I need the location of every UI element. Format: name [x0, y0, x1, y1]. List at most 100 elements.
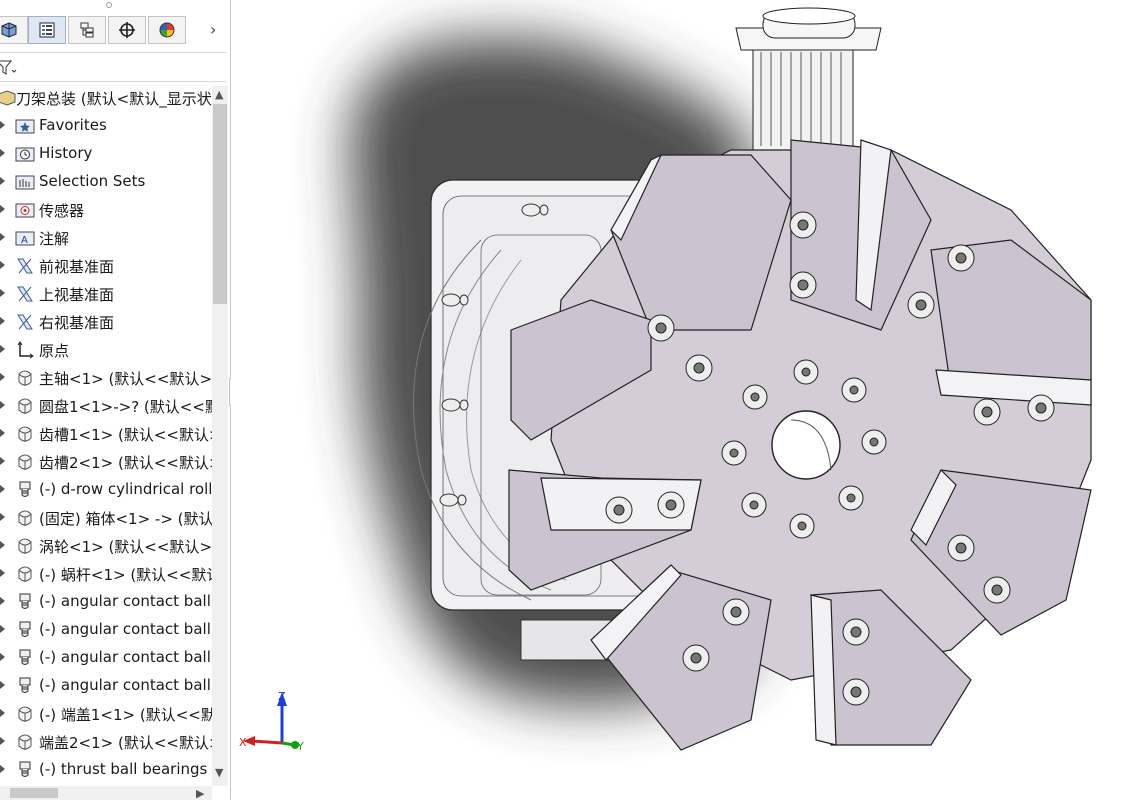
- tree-item-label: History: [39, 144, 93, 162]
- expand-arrow-icon[interactable]: [0, 399, 6, 411]
- annotations-folder-icon: A: [15, 231, 35, 246]
- tree-item-part[interactable]: (-) 端盖1<1> (默认<<默认: [0, 700, 212, 728]
- tree-item-history-folder[interactable]: History: [0, 140, 212, 168]
- expand-arrow-icon[interactable]: [0, 119, 6, 131]
- tree-root-label: 刀架总装 (默认<默认_显示状: [16, 90, 212, 108]
- tree-item-plane[interactable]: 前视基准面: [0, 252, 212, 280]
- tree-item-toolbox-part[interactable]: (-) d-row cylindrical roll: [0, 476, 212, 504]
- tree-item-label: 齿槽2<1> (默认<<默认>: [39, 454, 212, 472]
- filter-bar: [0, 52, 226, 82]
- expand-arrow-icon[interactable]: [0, 539, 6, 551]
- tree-item-plane[interactable]: 上视基准面: [0, 280, 212, 308]
- tree-item-toolbox-part[interactable]: (-) angular contact ball l: [0, 588, 212, 616]
- scroll-up-icon[interactable]: ▲: [215, 88, 223, 101]
- expand-arrow-icon[interactable]: [0, 455, 6, 467]
- tree-item-label: (-) 蜗杆<1> (默认<<默认: [39, 566, 212, 584]
- tree-item-label: 前视基准面: [39, 258, 115, 276]
- tree-item-label: (固定) 箱体<1> -> (默认<: [39, 510, 212, 528]
- expand-arrow-icon[interactable]: [0, 147, 6, 159]
- expand-arrow-icon[interactable]: [0, 259, 6, 271]
- tree-item-part[interactable]: (-) 蜗杆<1> (默认<<默认: [0, 560, 212, 588]
- feature-manager-panel: › 刀架总装 (默认<默认_显示状 Favorites History Select…: [0, 0, 231, 800]
- expand-arrow-icon[interactable]: [0, 763, 6, 775]
- expand-arrow-icon[interactable]: [0, 287, 6, 299]
- expand-arrow-icon[interactable]: [0, 707, 6, 719]
- tree-item-part[interactable]: 圆盘1<1>->? (默认<<默: [0, 392, 212, 420]
- tree-item-label: (-) angular contact ball l: [39, 676, 212, 694]
- graphics-viewport[interactable]: Z X Y: [231, 0, 1141, 800]
- model-view[interactable]: Z X Y: [231, 0, 1141, 800]
- expand-arrow-icon[interactable]: [0, 371, 6, 383]
- expand-arrow-icon[interactable]: [0, 511, 6, 523]
- tree-item-sensors-folder[interactable]: 传感器: [0, 196, 212, 224]
- plane-icon: [17, 258, 33, 274]
- scroll-right-icon[interactable]: ▶: [196, 787, 204, 800]
- expand-arrow-icon[interactable]: [0, 595, 6, 607]
- tree-item-toolbox-part[interactable]: (-) angular contact ball l: [0, 616, 212, 644]
- tree-item-favorites-folder[interactable]: Favorites: [0, 112, 212, 140]
- tree-item-part[interactable]: (固定) 箱体<1> -> (默认<: [0, 504, 212, 532]
- tree-item-label: (-) thrust ball bearings g: [39, 760, 212, 778]
- expand-arrow-icon[interactable]: [0, 315, 6, 327]
- expand-arrow-icon[interactable]: [0, 623, 6, 635]
- filter-icon[interactable]: [0, 59, 18, 77]
- expand-arrow-icon[interactable]: [0, 483, 6, 495]
- tree-item-plane[interactable]: 右视基准面: [0, 308, 212, 336]
- tree-horizontal-scroll-thumb[interactable]: [10, 788, 58, 798]
- tree-item-origin[interactable]: 原点: [0, 336, 212, 364]
- panel-grip[interactable]: [106, 2, 112, 8]
- tree-item-label: Favorites: [39, 116, 107, 134]
- tree-item-toolbox-part[interactable]: (-) thrust ball bearings g: [0, 756, 212, 784]
- tree-root-assembly[interactable]: 刀架总装 (默认<默认_显示状: [0, 84, 212, 112]
- tab-featuremanager[interactable]: [0, 16, 28, 44]
- tab-propertymanager[interactable]: [28, 16, 66, 44]
- toolbox-part-icon: [19, 761, 31, 777]
- tree-item-label: (-) angular contact ball l: [39, 648, 212, 666]
- expand-arrow-icon[interactable]: [0, 231, 6, 243]
- part-icon: [18, 734, 32, 750]
- toolbox-part-icon: [19, 677, 31, 693]
- triad-z-label: Z: [278, 690, 286, 703]
- configurationmanager-icon: [80, 22, 94, 38]
- plane-icon: [17, 286, 33, 302]
- tree-item-part[interactable]: 端盖2<1> (默认<<默认>: [0, 728, 212, 756]
- tree-vertical-scroll-thumb[interactable]: [213, 104, 227, 304]
- expand-arrow-icon[interactable]: [0, 203, 6, 215]
- tree-item-part[interactable]: 齿槽1<1> (默认<<默认>: [0, 420, 212, 448]
- favorites-folder-icon: [15, 119, 35, 134]
- scroll-down-icon[interactable]: ▼: [215, 766, 223, 779]
- propertymanager-icon: [39, 22, 55, 38]
- tree-item-part[interactable]: 齿槽2<1> (默认<<默认>: [0, 448, 212, 476]
- history-folder-icon: [15, 147, 35, 162]
- tree-item-label: 端盖2<1> (默认<<默认>: [39, 734, 212, 752]
- tree-item-part[interactable]: 主轴<1> (默认<<默认>_: [0, 364, 212, 392]
- svg-text:A: A: [21, 235, 28, 246]
- toolbox-part-icon: [19, 649, 31, 665]
- tree-item-label: 传感器: [39, 202, 85, 220]
- tree-item-selection-sets-folder[interactable]: Selection Sets: [0, 168, 212, 196]
- expand-arrow-icon[interactable]: [0, 175, 6, 187]
- expand-arrow-icon[interactable]: [0, 427, 6, 439]
- tree-item-annotations-folder[interactable]: A 注解: [0, 224, 212, 252]
- displaymanager-icon: [159, 22, 175, 38]
- tree-item-label: 齿槽1<1> (默认<<默认>: [39, 426, 212, 444]
- expand-arrow-icon[interactable]: [0, 567, 6, 579]
- tab-configurationmanager[interactable]: [68, 16, 106, 44]
- expand-arrow-icon[interactable]: [0, 343, 6, 355]
- plane-icon: [17, 314, 33, 330]
- tab-scroll-right-icon[interactable]: ›: [210, 20, 216, 39]
- tree-item-toolbox-part[interactable]: (-) angular contact ball l: [0, 672, 212, 700]
- tree-item-label: (-) angular contact ball l: [39, 592, 212, 610]
- motor-assembly[interactable]: [735, 7, 882, 151]
- tree-item-label: 注解: [39, 230, 70, 248]
- tree-item-label: 圆盘1<1>->? (默认<<默: [39, 398, 212, 416]
- part-icon: [18, 538, 32, 554]
- tab-displaymanager[interactable]: [148, 16, 186, 44]
- expand-arrow-icon[interactable]: [0, 679, 6, 691]
- tree-item-toolbox-part[interactable]: (-) angular contact ball l: [0, 644, 212, 672]
- tab-dimxpertmanager[interactable]: [108, 16, 146, 44]
- expand-arrow-icon[interactable]: [0, 651, 6, 663]
- tree-item-part[interactable]: 涡轮<1> (默认<<默认>_: [0, 532, 212, 560]
- tree-item-label: 主轴<1> (默认<<默认>_: [39, 370, 212, 388]
- expand-arrow-icon[interactable]: [0, 735, 6, 747]
